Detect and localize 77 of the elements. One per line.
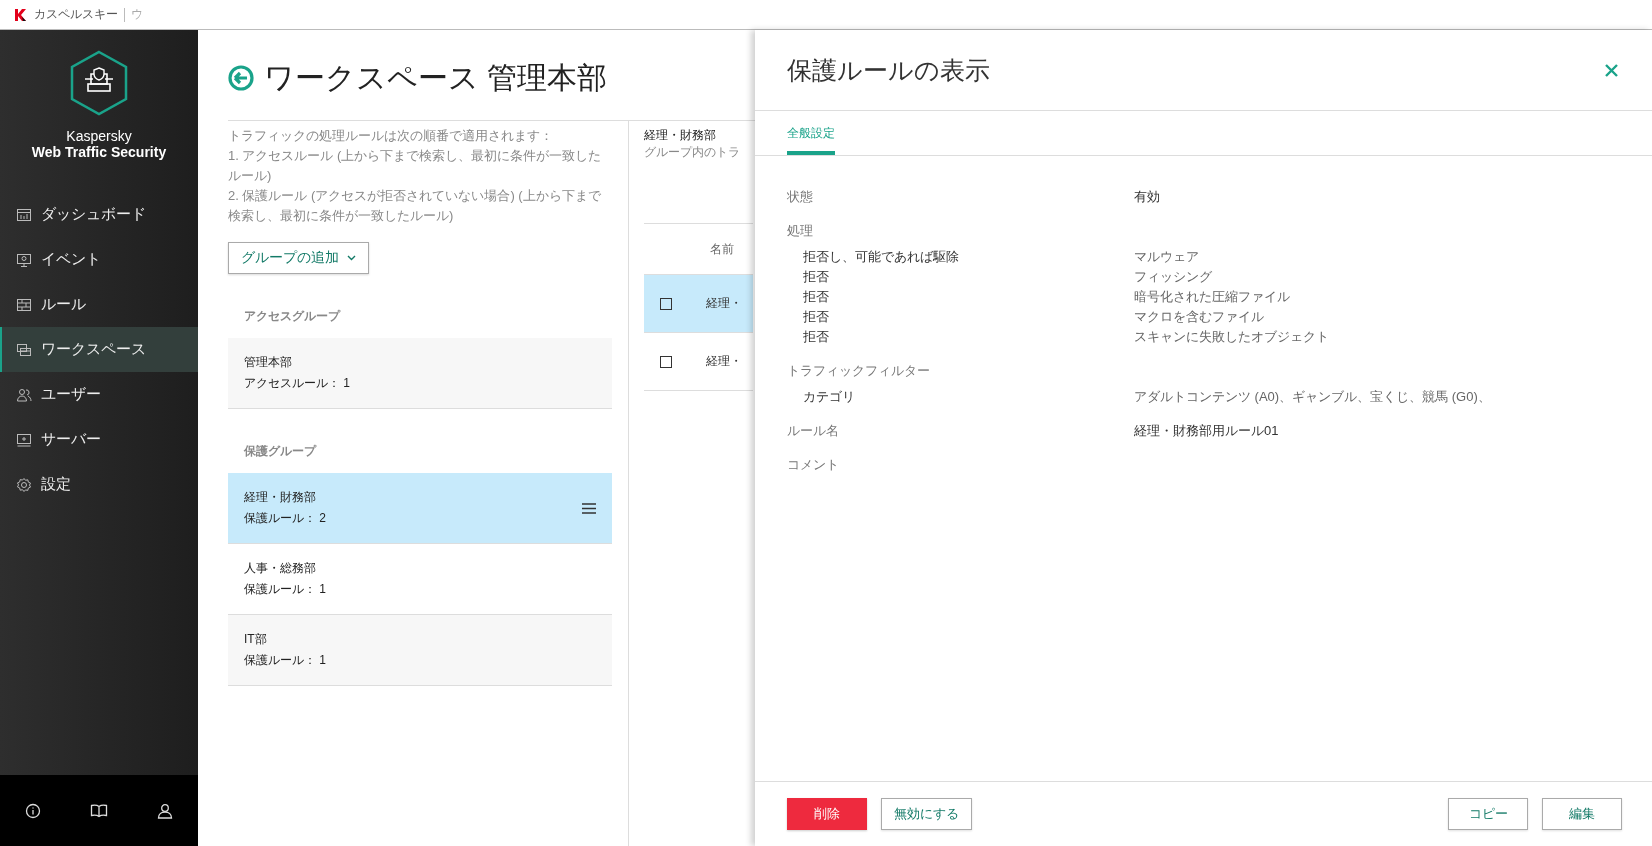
shield-computer-icon: [69, 50, 129, 116]
action-target: マクロを含むファイル: [1134, 308, 1264, 326]
action-label: 拒否: [802, 328, 830, 346]
action-label: 拒否: [802, 268, 830, 286]
field-value: 有効: [1134, 188, 1160, 206]
column-header: 名前: [710, 240, 734, 258]
action-button[interactable]: 削除: [787, 798, 867, 830]
field-label: 状態: [787, 188, 814, 206]
nav-item[interactable]: ユーザー: [0, 372, 198, 417]
action-label: カテゴリ: [802, 388, 856, 406]
action-target: アダルトコンテンツ (A0)、ギャンブル、宝くじ、競馬 (G0)、: [1134, 388, 1491, 406]
description-text: 2. 保護ルール (アクセスが拒否されていない場合) (上から下まで検索し、最初に条件が一致したルール): [228, 187, 602, 225]
action-label: 拒否: [802, 308, 830, 326]
checkbox[interactable]: [660, 355, 672, 368]
action-button[interactable]: 無効にする: [881, 798, 972, 830]
nav-item[interactable]: ダッシュボード: [0, 192, 198, 237]
field-value: 経理・財務部用ルール01: [1134, 422, 1279, 440]
rule-name: 経理・: [706, 353, 742, 370]
field-label: ルール名: [787, 422, 840, 440]
group-rule-count: 保護ルール： 2: [244, 510, 326, 527]
action-target: マルウェア: [1134, 248, 1199, 266]
app-title: カスペルスキー: [34, 6, 118, 23]
group-rule-count: アクセスルール： 1: [244, 375, 350, 392]
logo-icon: [14, 7, 28, 22]
add-group-button[interactable]: グループの追加: [228, 242, 369, 274]
group-rule-count: 保護ルール： 1: [244, 581, 326, 598]
nav-item[interactable]: ワークスペース: [0, 327, 198, 372]
info-icon[interactable]: [24, 802, 41, 819]
dashboard-icon: [16, 206, 32, 223]
chevron-down-icon: [347, 255, 356, 261]
action-target: 暗号化された圧縮ファイル: [1134, 288, 1290, 306]
field-label: コメント: [787, 456, 840, 474]
nav-item[interactable]: 設定: [0, 462, 198, 507]
nav-item[interactable]: イベント: [0, 237, 198, 282]
group-title: 経理・財務部: [644, 127, 717, 144]
settings-icon: [16, 476, 32, 493]
users-icon: [16, 386, 32, 403]
brick-wall-icon: [16, 296, 32, 313]
group-item[interactable]: 経理・財務部 保護ルール： 2: [228, 473, 612, 544]
action-label: 拒否し、可能であれば駆除: [802, 248, 960, 266]
action-target: フィッシング: [1134, 268, 1212, 286]
windows-icon: [16, 341, 32, 358]
server-icon: [16, 431, 32, 448]
table-row[interactable]: 経理・: [644, 332, 753, 391]
page-title: ワークスペース 管理本部: [264, 59, 608, 96]
menu-icon[interactable]: [582, 502, 596, 514]
action-label: 拒否: [802, 288, 830, 306]
tab-fragment: ウ: [131, 6, 143, 23]
checkbox[interactable]: [660, 297, 672, 310]
group-name: 経理・財務部: [244, 489, 317, 506]
group-name: 管理本部: [244, 354, 293, 371]
panel-title: 保護ルールの表示: [787, 54, 990, 86]
nav-item[interactable]: サーバー: [0, 417, 198, 462]
group-rule-count: 保護ルール： 1: [244, 652, 326, 669]
description-text: トラフィックの処理ルールは次の順番で適用されます：: [228, 127, 554, 145]
table-row[interactable]: 経理・: [644, 274, 753, 332]
action-button[interactable]: コピー: [1448, 798, 1528, 830]
group-item[interactable]: 管理本部 アクセスルール： 1: [228, 338, 612, 409]
description-text: 1. アクセスルール (上から下まで検索し、最初に条件が一致したルール): [228, 147, 603, 185]
group-item[interactable]: IT部 保護ルール： 1: [228, 615, 612, 686]
group-name: IT部: [244, 631, 268, 648]
product-name: Kaspersky: [66, 128, 132, 144]
section-label: 処理: [787, 222, 814, 240]
action-target: スキャンに失敗したオブジェクト: [1134, 328, 1329, 346]
group-description: グループ内のトラ: [644, 144, 741, 161]
product-subtitle: Web Traffic Security: [31, 144, 167, 160]
monitor-icon: [16, 251, 32, 268]
section-label: トラフィックフィルター: [787, 362, 931, 380]
group-name: 人事・総務部: [244, 560, 317, 577]
section-heading: アクセスグループ: [243, 308, 342, 325]
section-heading: 保護グループ: [243, 443, 318, 460]
action-button[interactable]: 編集: [1542, 798, 1622, 830]
nav-item[interactable]: ルール: [0, 282, 198, 327]
close-icon[interactable]: [1605, 63, 1618, 77]
rule-name: 経理・: [706, 295, 742, 312]
user-icon[interactable]: [157, 802, 174, 819]
book-icon[interactable]: [90, 802, 108, 819]
